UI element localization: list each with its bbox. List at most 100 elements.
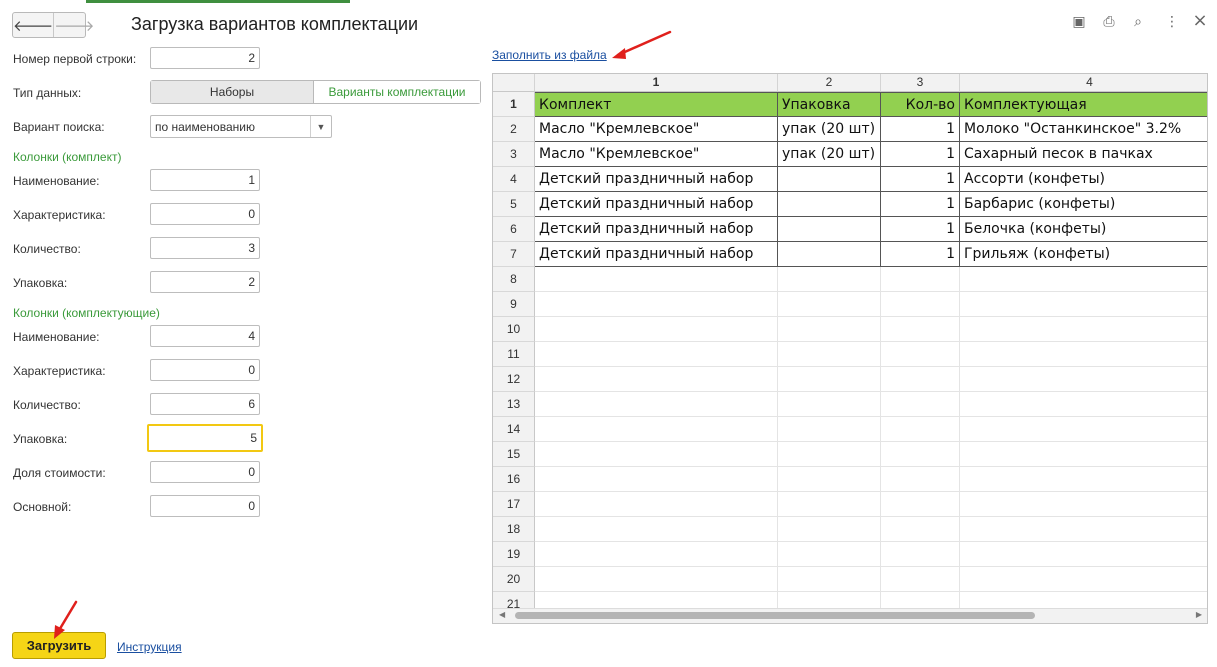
- table-cell[interactable]: [881, 267, 960, 292]
- chevron-down-icon[interactable]: ▼: [310, 116, 331, 137]
- row-header[interactable]: 15: [493, 442, 535, 467]
- table-cell[interactable]: [778, 317, 881, 342]
- row-header[interactable]: 9: [493, 292, 535, 317]
- back-arrow-icon[interactable]: 🡐: [13, 13, 53, 37]
- table-cell[interactable]: [778, 342, 881, 367]
- row-header[interactable]: 13: [493, 392, 535, 417]
- table-cell[interactable]: [778, 442, 881, 467]
- kit-name-input[interactable]: 1: [150, 169, 260, 191]
- table-cell[interactable]: Детский праздничный набор: [535, 167, 778, 192]
- table-cell[interactable]: [881, 567, 960, 592]
- table-cell[interactable]: 1: [881, 217, 960, 242]
- component-characteristic-input[interactable]: 0: [150, 359, 260, 381]
- table-cell[interactable]: [881, 342, 960, 367]
- row-header[interactable]: 2: [493, 117, 535, 142]
- table-cell[interactable]: [535, 417, 778, 442]
- table-cell[interactable]: Молоко "Останкинское" 3.2%: [960, 117, 1207, 142]
- table-cell[interactable]: [535, 342, 778, 367]
- row-header[interactable]: 5: [493, 192, 535, 217]
- table-cell[interactable]: [960, 342, 1207, 367]
- cost-share-input[interactable]: 0: [150, 461, 260, 483]
- kit-quantity-input[interactable]: 3: [150, 237, 260, 259]
- table-cell[interactable]: 1: [881, 117, 960, 142]
- table-cell[interactable]: [881, 292, 960, 317]
- kit-package-input[interactable]: 2: [150, 271, 260, 293]
- table-cell[interactable]: [960, 567, 1207, 592]
- table-cell[interactable]: [881, 442, 960, 467]
- spreadsheet-grid[interactable]: 1 2 3 4 1 Комплект Упаковка Кол-во Комплектующая…: [492, 73, 1208, 624]
- table-cell[interactable]: Сахарный песок в пачках: [960, 142, 1207, 167]
- table-cell[interactable]: [778, 217, 881, 242]
- table-cell[interactable]: [535, 542, 778, 567]
- table-cell[interactable]: [881, 492, 960, 517]
- table-cell[interactable]: [960, 292, 1207, 317]
- table-cell[interactable]: Детский праздничный набор: [535, 192, 778, 217]
- table-cell[interactable]: [778, 517, 881, 542]
- kit-characteristic-input[interactable]: 0: [150, 203, 260, 225]
- save-icon[interactable]: ▣: [1070, 14, 1088, 30]
- scroll-left-icon[interactable]: ◀: [499, 610, 505, 619]
- table-cell[interactable]: [535, 267, 778, 292]
- table-cell[interactable]: [960, 467, 1207, 492]
- search-variant-select[interactable]: по наименованию ▼: [150, 115, 332, 138]
- table-cell[interactable]: [960, 517, 1207, 542]
- row-header[interactable]: 20: [493, 567, 535, 592]
- table-cell[interactable]: [881, 517, 960, 542]
- table-cell[interactable]: [778, 292, 881, 317]
- row-header[interactable]: 6: [493, 217, 535, 242]
- table-cell[interactable]: [881, 542, 960, 567]
- horizontal-scrollbar[interactable]: ◀ ▶: [493, 608, 1207, 623]
- column-header[interactable]: 3: [881, 74, 960, 92]
- row-header[interactable]: 17: [493, 492, 535, 517]
- table-cell[interactable]: [535, 367, 778, 392]
- table-cell[interactable]: Комплект: [535, 92, 778, 117]
- table-cell[interactable]: Белочка (конфеты): [960, 217, 1207, 242]
- table-cell[interactable]: [881, 417, 960, 442]
- instruction-link[interactable]: Инструкция: [117, 640, 182, 654]
- scrollbar-thumb[interactable]: [515, 612, 1035, 619]
- table-cell[interactable]: [778, 367, 881, 392]
- table-cell[interactable]: [535, 292, 778, 317]
- data-type-option-variants[interactable]: Варианты комплектации: [314, 81, 480, 103]
- row-header[interactable]: 8: [493, 267, 535, 292]
- table-cell[interactable]: упак (20 шт): [778, 117, 881, 142]
- main-flag-input[interactable]: 0: [150, 495, 260, 517]
- table-cell[interactable]: [881, 392, 960, 417]
- first-row-input[interactable]: 2: [150, 47, 260, 69]
- table-cell[interactable]: [960, 367, 1207, 392]
- row-header[interactable]: 10: [493, 317, 535, 342]
- table-cell[interactable]: [778, 267, 881, 292]
- table-cell[interactable]: [881, 367, 960, 392]
- table-cell[interactable]: [535, 567, 778, 592]
- table-cell[interactable]: [778, 467, 881, 492]
- more-menu-icon[interactable]: ⋮: [1163, 14, 1181, 30]
- preview-icon[interactable]: ⌕: [1129, 14, 1147, 30]
- data-type-option-sets[interactable]: Наборы: [151, 81, 314, 103]
- table-cell[interactable]: [960, 392, 1207, 417]
- row-header[interactable]: 14: [493, 417, 535, 442]
- table-cell[interactable]: [778, 192, 881, 217]
- fill-from-file-link[interactable]: Заполнить из файла: [492, 48, 607, 62]
- table-cell[interactable]: [960, 317, 1207, 342]
- table-cell[interactable]: Кол-во: [881, 92, 960, 117]
- table-cell[interactable]: [778, 392, 881, 417]
- table-cell[interactable]: Барбарис (конфеты): [960, 192, 1207, 217]
- table-cell[interactable]: [960, 542, 1207, 567]
- row-header[interactable]: 12: [493, 367, 535, 392]
- component-name-input[interactable]: 4: [150, 325, 260, 347]
- table-cell[interactable]: 1: [881, 167, 960, 192]
- print-icon[interactable]: ⎙: [1100, 14, 1118, 30]
- table-cell[interactable]: [535, 517, 778, 542]
- component-package-input[interactable]: 5: [147, 424, 263, 452]
- table-cell[interactable]: Детский праздничный набор: [535, 217, 778, 242]
- table-cell[interactable]: [778, 542, 881, 567]
- table-cell[interactable]: [881, 317, 960, 342]
- table-cell[interactable]: Комплектующая: [960, 92, 1207, 117]
- table-cell[interactable]: [535, 392, 778, 417]
- table-cell[interactable]: Ассорти (конфеты): [960, 167, 1207, 192]
- component-quantity-input[interactable]: 6: [150, 393, 260, 415]
- table-cell[interactable]: [960, 267, 1207, 292]
- table-cell[interactable]: [778, 492, 881, 517]
- table-cell[interactable]: Грильяж (конфеты): [960, 242, 1207, 267]
- table-cell[interactable]: [881, 467, 960, 492]
